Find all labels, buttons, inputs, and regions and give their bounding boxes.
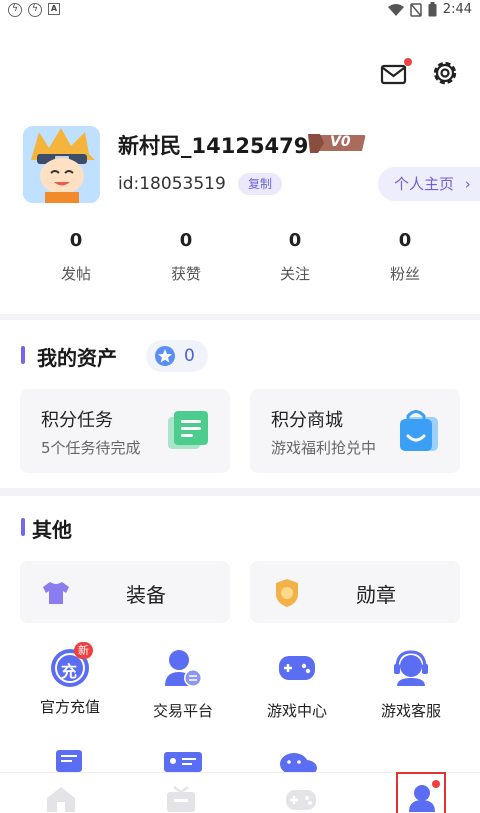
- medal-label: 勋章: [356, 583, 396, 607]
- message-envelope-icon[interactable]: [54, 750, 84, 772]
- other-section: [0, 496, 480, 772]
- tshirt-icon: [43, 582, 69, 604]
- grid-label: 游戏中心: [266, 702, 327, 720]
- medal-button[interactable]: 勋章: [250, 561, 460, 623]
- points-mall-card[interactable]: 积分商城 游戏福利抢兑中: [250, 389, 460, 473]
- gear-icon: [433, 61, 457, 85]
- wifi-icon: [387, 3, 404, 16]
- section-marker: [21, 518, 25, 536]
- recharge-icon-text: 充: [61, 662, 78, 681]
- points-balance[interactable]: 0: [146, 340, 208, 372]
- charging-icon: ϟ: [28, 3, 42, 17]
- nav-feed-icon[interactable]: [166, 786, 196, 812]
- stat-count: 0: [288, 230, 302, 251]
- notification-dot: [404, 58, 412, 66]
- notification-icons: ϟ ϟ A: [8, 3, 60, 17]
- stat-posts[interactable]: 0 发帖: [36, 230, 116, 284]
- card-title: 积分任务: [41, 410, 113, 431]
- message-button[interactable]: [380, 58, 412, 88]
- card-title: 积分商城: [271, 410, 343, 431]
- homepage-button[interactable]: 个人主页 ›: [378, 167, 480, 201]
- status-bar: ϟ ϟ A 2:44: [0, 0, 480, 22]
- user-id: id:18053519: [118, 174, 226, 194]
- star-coin-icon: [155, 346, 175, 366]
- medal-icon: [276, 579, 298, 607]
- headset-icon: [394, 650, 428, 686]
- stat-label: 发帖: [60, 265, 91, 283]
- stat-count: 0: [179, 230, 193, 251]
- grid-item-service[interactable]: 游戏客服: [356, 648, 466, 721]
- stat-following[interactable]: 0 关注: [255, 230, 335, 284]
- settings-button[interactable]: [430, 58, 460, 88]
- grid-item-game-center[interactable]: 游戏中心: [242, 648, 352, 721]
- username: 新村民_14125479: [118, 134, 309, 158]
- nav-profile-tab[interactable]: [396, 772, 446, 813]
- assets-title: 我的资产: [37, 346, 117, 370]
- stat-count: 0: [69, 230, 83, 251]
- equipment-button[interactable]: 装备: [20, 561, 230, 623]
- wechat-icon[interactable]: [278, 752, 318, 772]
- stat-label: 关注: [279, 265, 310, 283]
- nav-game-icon[interactable]: [285, 786, 317, 812]
- notification-dot: [432, 780, 440, 788]
- system-icons: 2:44: [387, 2, 472, 17]
- stat-fans[interactable]: 0 粉丝: [365, 230, 445, 284]
- new-badge: 新: [74, 642, 93, 659]
- trade-user-icon: [165, 650, 202, 687]
- grid-label: 游戏客服: [380, 702, 441, 720]
- card-subtitle: 游戏福利抢兑中: [271, 439, 377, 457]
- grid-item-recharge[interactable]: 充 新 官方充值: [15, 642, 125, 717]
- nav-home-icon[interactable]: [46, 786, 76, 812]
- grid-label: 官方充值: [39, 698, 100, 716]
- card-subtitle: 5个任务待完成: [41, 439, 141, 457]
- stat-likes[interactable]: 0 获赞: [146, 230, 226, 284]
- points-task-card[interactable]: 积分任务 5个任务待完成: [20, 389, 230, 473]
- stat-label: 粉丝: [389, 265, 420, 283]
- charging-icon: ϟ: [8, 3, 22, 17]
- id-card-icon[interactable]: [164, 752, 202, 772]
- clock: 2:44: [442, 2, 472, 17]
- stat-count: 0: [398, 230, 412, 251]
- level-badge: V0: [306, 132, 366, 154]
- other-title: 其他: [32, 518, 72, 542]
- no-sim-icon: [410, 2, 422, 17]
- a-notification-icon: A: [48, 3, 60, 15]
- copy-id-button[interactable]: 复制: [238, 173, 282, 195]
- avatar[interactable]: [23, 126, 100, 203]
- equipment-label: 装备: [126, 583, 166, 607]
- points-value: 0: [184, 346, 195, 366]
- homepage-label: 个人主页: [394, 175, 455, 193]
- avatar-image: [23, 126, 100, 203]
- battery-icon: [428, 2, 437, 17]
- task-list-icon: [168, 411, 208, 449]
- shopping-bag-icon: [400, 410, 438, 451]
- chevron-right-icon: ›: [464, 175, 471, 193]
- level-badge-text: V0: [330, 134, 351, 150]
- section-marker: [21, 346, 25, 364]
- grid-item-trade[interactable]: 交易平台: [128, 648, 238, 721]
- stat-label: 获赞: [170, 265, 201, 283]
- gamepad-icon: [279, 656, 315, 680]
- grid-label: 交易平台: [152, 702, 213, 720]
